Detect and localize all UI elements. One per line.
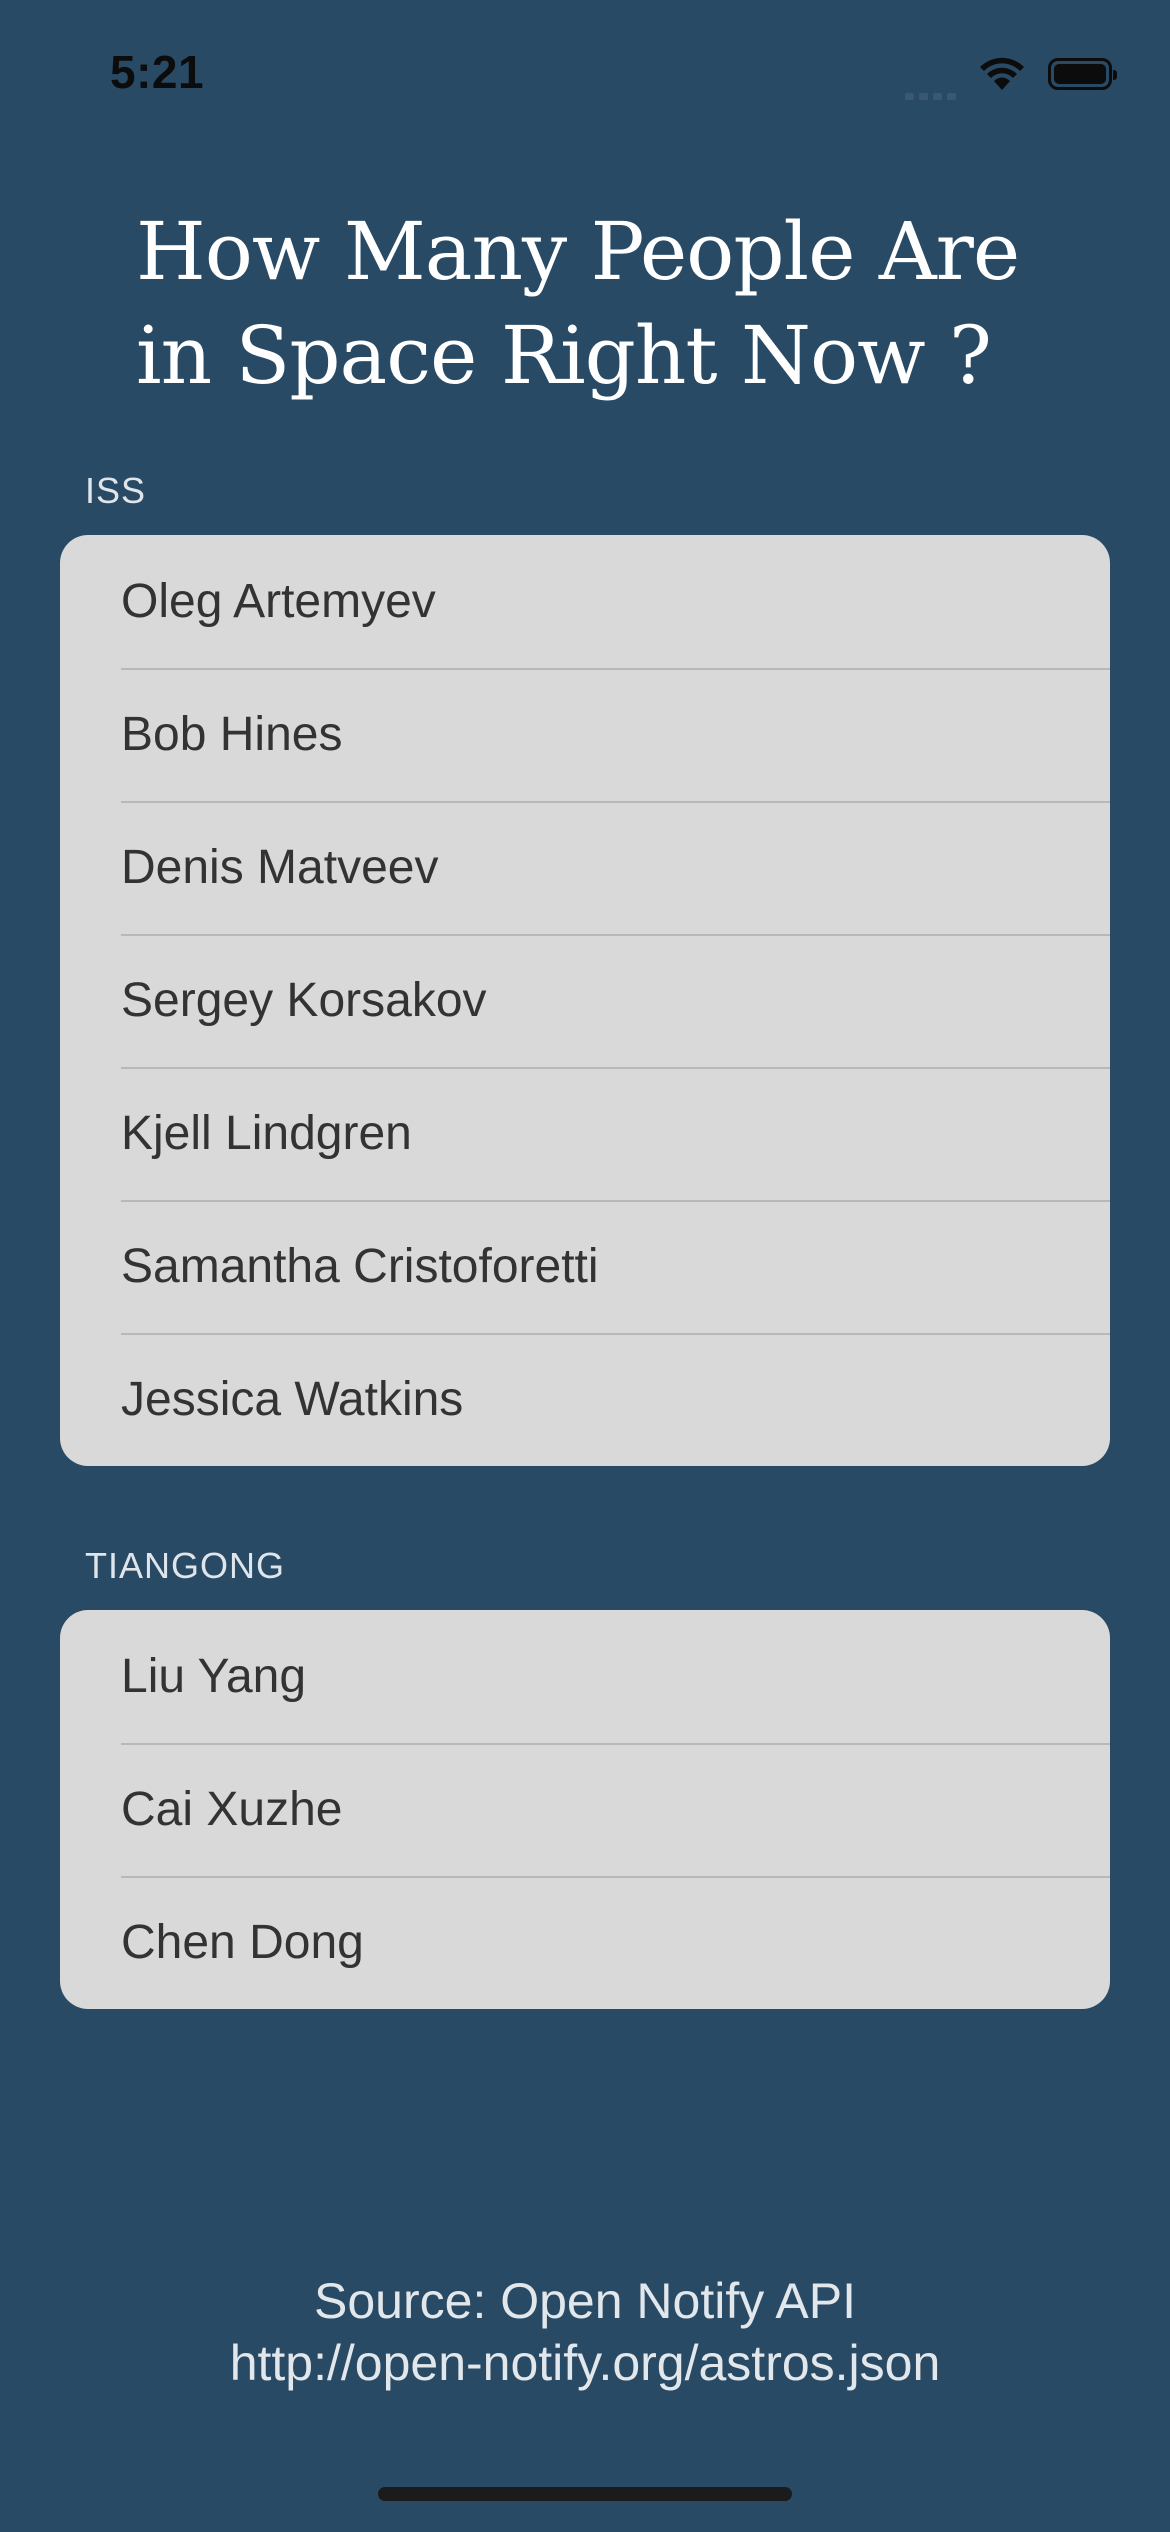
- status-icons: [905, 52, 1117, 100]
- iss-crew-list: Oleg Artemyev Bob Hines Denis Matveev Se…: [60, 535, 1110, 1466]
- section-header-iss: ISS: [85, 470, 147, 511]
- source-url: http://open-notify.org/astros.json: [229, 2335, 941, 2391]
- wifi-icon: [980, 57, 1024, 90]
- page-title: How Many People Are in Space Right Now ?: [136, 205, 1020, 402]
- list-item[interactable]: Bob Hines: [60, 668, 1110, 801]
- list-item[interactable]: Samantha Cristoforetti: [60, 1200, 1110, 1333]
- status-bar: 5:21: [0, 0, 1170, 150]
- home-indicator[interactable]: [378, 2487, 792, 2501]
- section-header-tiangong: TIANGONG: [85, 1545, 286, 1586]
- list-item[interactable]: Denis Matveev: [60, 801, 1110, 934]
- list-item[interactable]: Cai Xuzhe: [60, 1743, 1110, 1876]
- list-item[interactable]: Kjell Lindgren: [60, 1067, 1110, 1200]
- list-item[interactable]: Liu Yang: [60, 1610, 1110, 1743]
- list-item[interactable]: Sergey Korsakov: [60, 934, 1110, 1067]
- cellular-signal-icon: [905, 66, 956, 100]
- source-label: Source: Open Notify API: [314, 2273, 856, 2329]
- list-item[interactable]: Chen Dong: [60, 1876, 1110, 2009]
- source-footer: Source: Open Notify API http://open-noti…: [0, 2270, 1170, 2394]
- status-time: 5:21: [110, 46, 205, 98]
- list-item[interactable]: Oleg Artemyev: [60, 535, 1110, 668]
- tiangong-crew-list: Liu Yang Cai Xuzhe Chen Dong: [60, 1610, 1110, 2009]
- battery-icon: [1048, 58, 1117, 90]
- list-item[interactable]: Jessica Watkins: [60, 1333, 1110, 1466]
